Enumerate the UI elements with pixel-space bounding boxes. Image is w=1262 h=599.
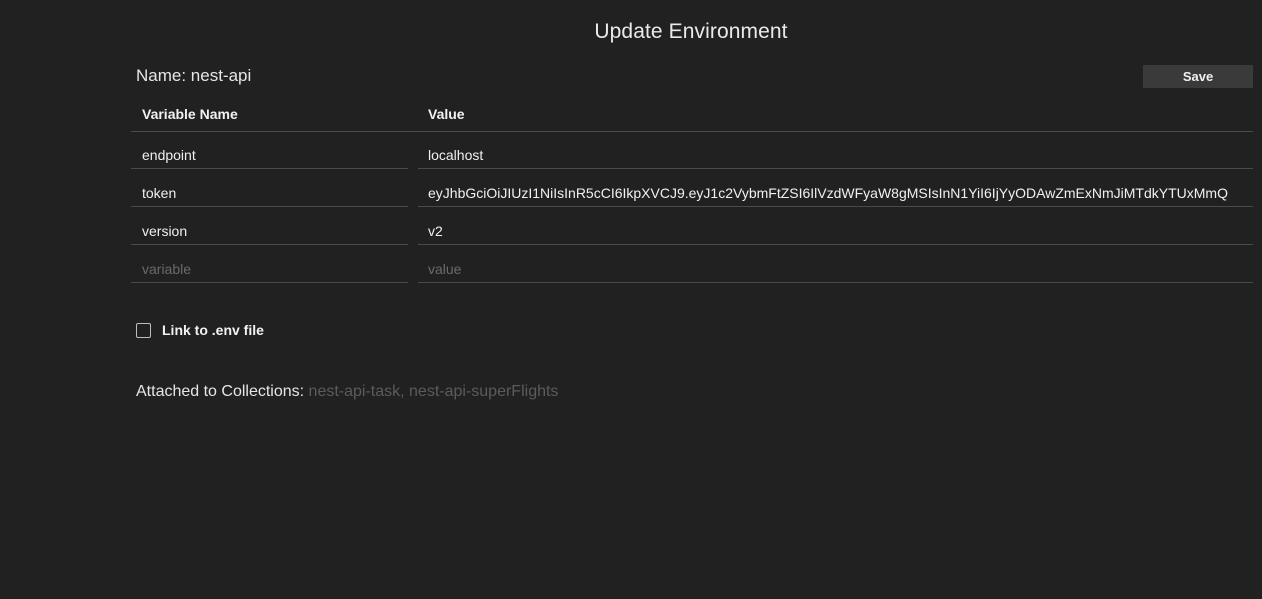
variable-name-field[interactable]: endpoint	[131, 132, 408, 169]
table-row: token eyJhbGciOiJIUzI1NiIsInR5cCI6IkpXVC…	[131, 170, 1253, 208]
page-title: Update Environment	[594, 20, 788, 43]
variables-table: Variable Name Value endpoint localhost t…	[131, 94, 1253, 284]
attached-collections-list: nest-api-task, nest-api-superFlights	[308, 383, 559, 400]
update-environment-view: Update Environment Name: nest-api Save V…	[0, 0, 1262, 599]
attached-collections-label: Attached to Collections:	[136, 383, 305, 400]
variable-name-field[interactable]: token	[131, 170, 408, 207]
link-env-checkbox[interactable]	[136, 322, 151, 338]
link-env-option[interactable]: Link to .env file	[136, 321, 264, 339]
table-header: Variable Name Value	[131, 94, 1253, 132]
variable-value-field[interactable]: eyJhbGciOiJIUzI1NiIsInR5cCI6IkpXVCJ9.eyJ…	[418, 170, 1253, 207]
new-variable-row: variable value	[131, 246, 1253, 284]
column-header-variable-name: Variable Name	[142, 106, 238, 122]
attached-collections: Attached to Collections: nest-api-task, …	[136, 383, 558, 401]
link-env-label: Link to .env file	[162, 322, 264, 338]
column-header-value: Value	[428, 106, 465, 122]
new-variable-value-input[interactable]: value	[418, 246, 1253, 283]
table-row: version v2	[131, 208, 1253, 246]
new-variable-name-input[interactable]: variable	[131, 246, 408, 283]
variable-name-field[interactable]: version	[131, 208, 408, 245]
environment-name: Name: nest-api	[136, 66, 252, 85]
save-button[interactable]: Save	[1143, 65, 1253, 88]
variable-value-field[interactable]: v2	[418, 208, 1253, 245]
variable-value-field[interactable]: localhost	[418, 132, 1253, 169]
table-row: endpoint localhost	[131, 132, 1253, 170]
